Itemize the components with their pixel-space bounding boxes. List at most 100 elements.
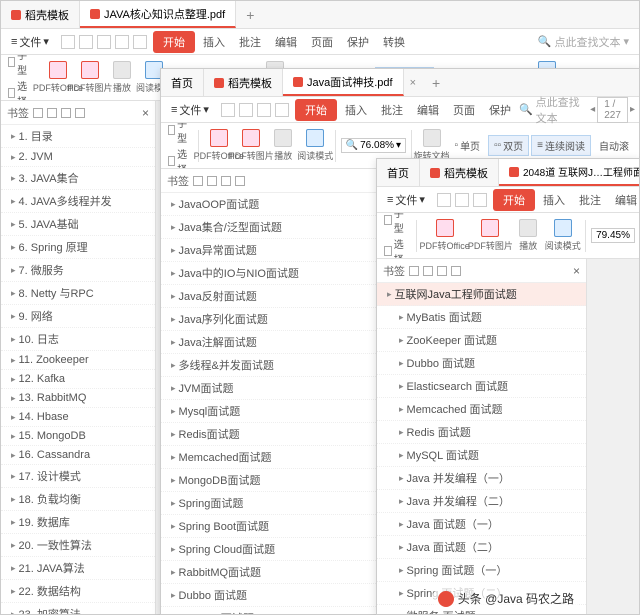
sidebar-icon[interactable] — [221, 176, 231, 186]
tab-templates[interactable]: 稻壳模板 — [420, 159, 499, 186]
bookmark-item[interactable]: MongoDB面试题 — [161, 469, 390, 492]
bookmark-item[interactable]: Spring 面试题（一） — [377, 559, 586, 582]
bookmark-item[interactable]: Java 并发编程（二） — [377, 490, 586, 513]
quick-icon[interactable] — [437, 193, 451, 207]
bookmark-item[interactable]: 17. 设计模式 — [1, 465, 155, 488]
bookmark-item[interactable]: Memcached面试题 — [161, 446, 390, 469]
bookmark-item[interactable]: Java中的IO与NIO面试题 — [161, 262, 390, 285]
menu-convert[interactable]: 转换 — [377, 32, 411, 52]
menu-edit[interactable]: 编辑 — [609, 190, 640, 210]
bookmark-item[interactable]: Java注解面试题 — [161, 331, 390, 354]
bookmark-item[interactable]: 5. JAVA基础 — [1, 213, 155, 236]
select-tool[interactable]: 选择 — [168, 146, 190, 169]
start-tab[interactable]: 开始 — [295, 99, 337, 121]
tab-home[interactable]: 首页 — [377, 159, 420, 186]
bookmark-item[interactable]: Spring Boot面试题 — [161, 515, 390, 538]
search[interactable]: 🔍 点此查找文本 ▾ — [538, 34, 635, 50]
pdf-to-office[interactable]: PDF转Office — [422, 217, 468, 254]
quick-icon[interactable] — [97, 35, 111, 49]
quick-icon[interactable] — [473, 193, 487, 207]
tab-document[interactable]: Java面试神技.pdf — [283, 69, 404, 96]
page-input[interactable]: 1 / 227 — [597, 97, 628, 123]
menu-annotate[interactable]: 批注 — [233, 32, 267, 52]
bookmark-item[interactable]: MyBatis 面试题 — [161, 607, 390, 614]
menu-insert[interactable]: 插入 — [339, 100, 373, 120]
pdf-to-image[interactable]: PDF转图片 — [236, 127, 266, 164]
quick-icon[interactable] — [133, 35, 147, 49]
sidebar-icon[interactable] — [437, 266, 447, 276]
select-tool[interactable]: 选择 — [8, 78, 30, 101]
bookmark-item[interactable]: 19. 数据库 — [1, 511, 155, 534]
bookmark-item[interactable]: Java集合/泛型面试题 — [161, 216, 390, 239]
bookmark-item[interactable]: JVM面试题 — [161, 377, 390, 400]
hand-tool[interactable]: 手型 — [168, 123, 190, 145]
bookmark-item[interactable]: Mysql面试题 — [161, 400, 390, 423]
bookmark-item[interactable]: 18. 负载均衡 — [1, 488, 155, 511]
bookmark-item[interactable]: Java 面试题（一） — [377, 513, 586, 536]
bookmark-item[interactable]: Dubbo 面试题 — [377, 352, 586, 375]
start-tab[interactable]: 开始 — [493, 189, 535, 211]
menu-page[interactable]: 页面 — [447, 100, 481, 120]
bookmark-item[interactable]: Redis 面试题 — [377, 421, 586, 444]
quick-icon[interactable] — [275, 103, 289, 117]
document-area[interactable] — [587, 259, 639, 614]
bookmark-item[interactable]: Spring Cloud面试题 — [161, 538, 390, 561]
auto-scroll[interactable]: 自动滚 — [593, 135, 635, 156]
bookmark-item[interactable]: Java 并发编程（一） — [377, 467, 586, 490]
bookmark-item[interactable]: 8. Netty 与RPC — [1, 282, 155, 305]
zoom-control[interactable]: 🔍 76.08% ▾ — [341, 138, 406, 153]
hand-tool[interactable]: 手型 — [384, 213, 408, 235]
bookmark-item[interactable]: RabbitMQ面试题 — [161, 561, 390, 584]
menu-insert[interactable]: 插入 — [197, 32, 231, 52]
tab-close-icon[interactable]: × — [404, 77, 422, 89]
bookmark-item[interactable]: 22. 数据结构 — [1, 580, 155, 603]
sidebar-icon[interactable] — [61, 108, 71, 118]
bookmark-item[interactable]: 4. JAVA多线程并发 — [1, 190, 155, 213]
bookmark-item[interactable]: Spring面试题 — [161, 492, 390, 515]
tab-add[interactable]: + — [422, 75, 450, 91]
bookmark-item[interactable]: 互联网Java工程师面试题 — [377, 283, 586, 306]
tab-home[interactable]: 首页 — [161, 69, 204, 96]
sidebar-icon[interactable] — [423, 266, 433, 276]
sidebar-icon[interactable] — [193, 176, 203, 186]
bookmark-list[interactable]: JavaOOP面试题Java集合/泛型面试题Java异常面试题Java中的IO与… — [161, 193, 390, 614]
bookmark-item[interactable]: 11. Zookeeper — [1, 351, 155, 370]
continuous[interactable]: ≡ 连续阅读 — [531, 135, 591, 156]
pdf-to-image[interactable]: PDF转图片 — [470, 217, 512, 254]
quick-icon[interactable] — [79, 35, 93, 49]
sidebar-icon[interactable] — [451, 266, 461, 276]
bookmark-item[interactable]: 3. JAVA集合 — [1, 167, 155, 190]
start-tab[interactable]: 开始 — [153, 31, 195, 53]
menu-insert[interactable]: 插入 — [537, 190, 571, 210]
tab-document[interactable]: 2048道 互联网J…工程师面试题.pdf — [499, 159, 640, 186]
bookmark-item[interactable]: 10. 日志 — [1, 328, 155, 351]
bookmark-item[interactable]: Java异常面试题 — [161, 239, 390, 262]
sidebar-icon[interactable] — [33, 108, 43, 118]
play[interactable]: 播放 — [513, 217, 543, 254]
menu-edit[interactable]: 编辑 — [269, 32, 303, 52]
bookmark-item[interactable]: 16. Cassandra — [1, 446, 155, 465]
menu-edit[interactable]: 编辑 — [411, 100, 445, 120]
quick-icon[interactable] — [455, 193, 469, 207]
bookmark-item[interactable]: Elasticsearch 面试题 — [377, 375, 586, 398]
close-icon[interactable]: × — [142, 106, 149, 120]
bookmark-list[interactable]: 1. 目录2. JVM3. JAVA集合4. JAVA多线程并发5. JAVA基… — [1, 125, 155, 614]
bookmark-item[interactable]: JavaOOP面试题 — [161, 193, 390, 216]
play[interactable]: 播放 — [107, 59, 137, 96]
search[interactable]: 🔍 点此查找文本 — [519, 94, 588, 126]
hand-tool[interactable]: 手型 — [8, 55, 30, 77]
bookmark-item[interactable]: 12. Kafka — [1, 370, 155, 389]
bookmark-item[interactable]: 1. 目录 — [1, 125, 155, 148]
bookmark-item[interactable]: 多线程&并发面试题 — [161, 354, 390, 377]
file-menu[interactable]: ≡ 文件 ▾ — [5, 32, 55, 52]
file-menu[interactable]: ≡ 文件 ▾ — [165, 100, 215, 120]
menu-protect[interactable]: 保护 — [483, 100, 517, 120]
sidebar-icon[interactable] — [47, 108, 57, 118]
bookmark-item[interactable]: Memcached 面试题 — [377, 398, 586, 421]
bookmark-item[interactable]: 21. JAVA算法 — [1, 557, 155, 580]
single-page[interactable]: ▫ 单页 — [449, 135, 487, 156]
quick-icon[interactable] — [239, 103, 253, 117]
bookmark-item[interactable]: MyBatis 面试题 — [377, 306, 586, 329]
file-menu[interactable]: ≡ 文件 ▾ — [381, 190, 431, 210]
menu-annotate[interactable]: 批注 — [573, 190, 607, 210]
